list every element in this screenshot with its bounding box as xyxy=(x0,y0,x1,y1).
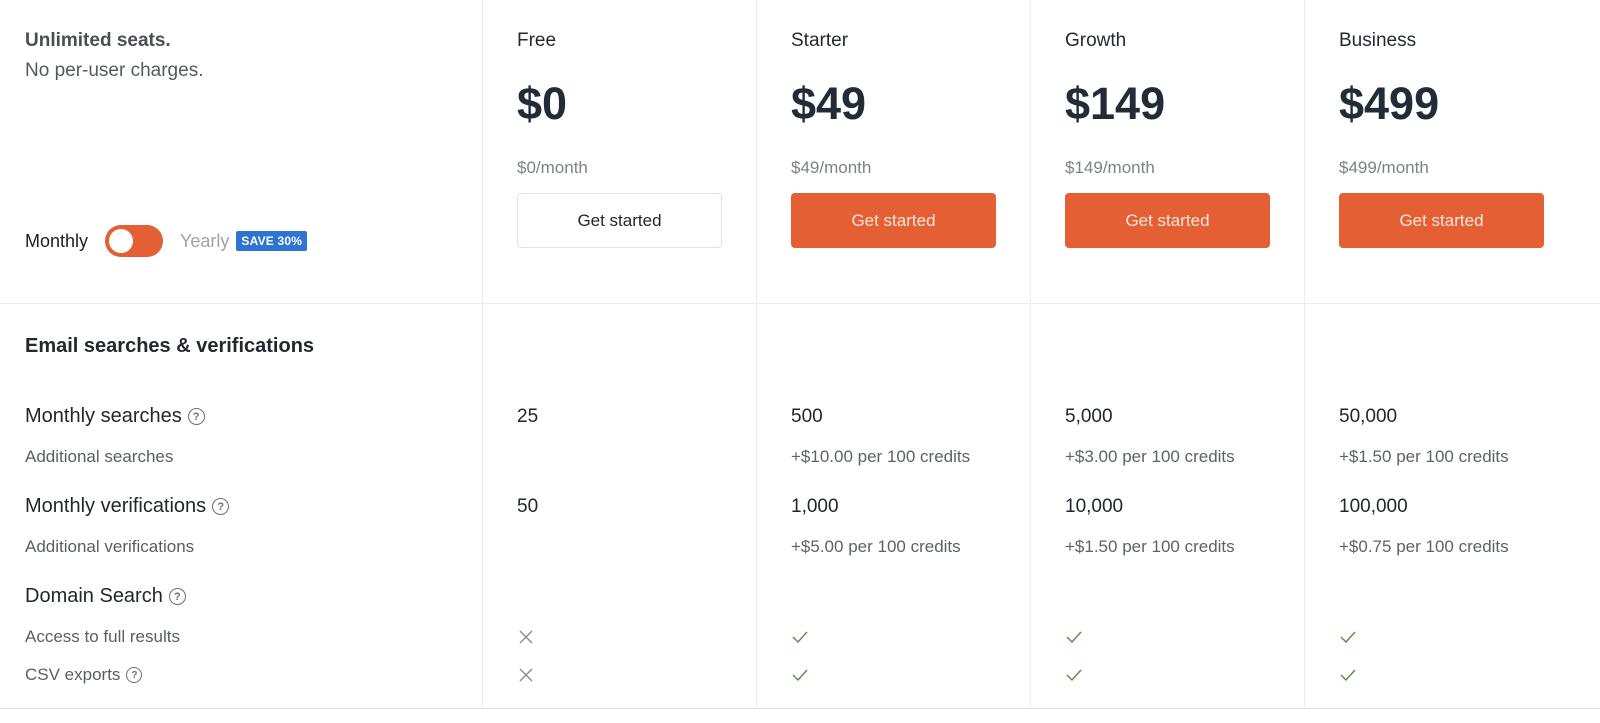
feature-value: 100,000 xyxy=(1339,496,1408,517)
header-divider xyxy=(0,303,1600,304)
cross-icon xyxy=(517,628,535,646)
get-started-button[interactable]: Get started xyxy=(791,193,996,248)
plan-name: Free xyxy=(517,30,557,51)
feature-label: Additional verifications xyxy=(25,537,194,557)
intro-title: Unlimited seats. xyxy=(25,30,171,51)
plan-column-growth: Growth $149 $149/month Get started xyxy=(1031,0,1305,303)
toggle-knob xyxy=(109,229,134,253)
help-icon[interactable]: ? xyxy=(187,408,205,425)
plan-header: Business $499 $499/month Get started xyxy=(1339,28,1544,248)
feature-value: 1,000 xyxy=(791,496,839,517)
plan-column-business: Business $499 $499/month Get started xyxy=(1305,0,1579,303)
feature-label: Monthly searches? xyxy=(25,405,205,428)
monthly-label[interactable]: Monthly xyxy=(25,231,88,252)
plan-period: $149/month xyxy=(1065,158,1155,177)
feature-value: 25 xyxy=(517,406,539,427)
feature-label: Monthly verifications? xyxy=(25,495,230,518)
feature-label-text: Additional searches xyxy=(25,447,174,466)
feature-value: 50,000 xyxy=(1339,406,1398,427)
check-icon xyxy=(1339,666,1357,684)
plan-name: Growth xyxy=(1065,30,1127,51)
plan-period: $0/month xyxy=(517,158,588,177)
feature-value: 500 xyxy=(791,406,823,427)
save-badge: SAVE 30% xyxy=(236,231,308,251)
feature-label-text: Additional verifications xyxy=(25,537,195,556)
feature-value: +$3.00 per 100 credits xyxy=(1065,447,1235,466)
plan-name: Business xyxy=(1339,30,1417,51)
get-started-button[interactable]: Get started xyxy=(517,193,722,248)
section-title: Email searches & verifications xyxy=(25,335,315,357)
check-icon xyxy=(1065,666,1083,684)
feature-label-text: Access to full results xyxy=(25,627,180,646)
plan-price: $0 xyxy=(517,78,568,129)
help-icon[interactable]: ? xyxy=(168,588,186,605)
plan-period: $499/month xyxy=(1339,158,1429,177)
intro-subtitle: No per-user charges. xyxy=(25,60,204,81)
feature-value: +$1.50 per 100 credits xyxy=(1065,537,1235,556)
get-started-button[interactable]: Get started xyxy=(1065,193,1270,248)
feature-value: 50 xyxy=(517,496,539,517)
feature-label: Additional searches xyxy=(25,447,173,467)
feature-label-text: Domain Search xyxy=(25,585,163,607)
plan-period: $49/month xyxy=(791,158,872,177)
plan-header: Growth $149 $149/month Get started xyxy=(1065,28,1270,248)
feature-value: +$5.00 per 100 credits xyxy=(791,537,961,556)
plan-column-free: Free $0 $0/month Get started xyxy=(483,0,757,303)
feature-label: Access to full results xyxy=(25,627,180,647)
feature-label: Domain Search? xyxy=(25,585,186,608)
plan-price: $149 xyxy=(1065,78,1166,129)
feature-value: 5,000 xyxy=(1065,406,1113,427)
feature-label-text: Monthly verifications xyxy=(25,495,207,517)
yearly-label[interactable]: Yearly xyxy=(180,231,229,252)
plan-header: Free $0 $0/month Get started xyxy=(517,28,722,248)
billing-period-switch: Monthly Yearly SAVE 30% xyxy=(25,225,308,257)
check-icon xyxy=(791,666,809,684)
plan-name: Starter xyxy=(791,30,849,51)
plan-column-starter: Starter $49 $49/month Get started xyxy=(757,0,1031,303)
feature-value: +$10.00 per 100 credits xyxy=(791,447,971,466)
feature-label-text: Monthly searches xyxy=(25,405,182,427)
feature-value: 10,000 xyxy=(1065,496,1124,517)
help-icon[interactable]: ? xyxy=(126,667,143,683)
feature-label-text: CSV exports xyxy=(25,665,121,684)
plan-price: $499 xyxy=(1339,78,1440,129)
plan-header: Starter $49 $49/month Get started xyxy=(791,28,996,248)
get-started-button[interactable]: Get started xyxy=(1339,193,1544,248)
pricing-intro: Unlimited seats. No per-user charges. xyxy=(25,28,203,84)
feature-value: +$1.50 per 100 credits xyxy=(1339,447,1509,466)
feature-value: +$0.75 per 100 credits xyxy=(1339,537,1509,556)
check-icon xyxy=(1339,628,1357,646)
help-icon[interactable]: ? xyxy=(212,498,230,515)
plan-price: $49 xyxy=(791,78,867,129)
check-icon xyxy=(791,628,809,646)
billing-toggle[interactable] xyxy=(105,225,164,257)
feature-label: CSV exports? xyxy=(25,665,143,685)
check-icon xyxy=(1065,628,1083,646)
cross-icon xyxy=(517,666,535,684)
